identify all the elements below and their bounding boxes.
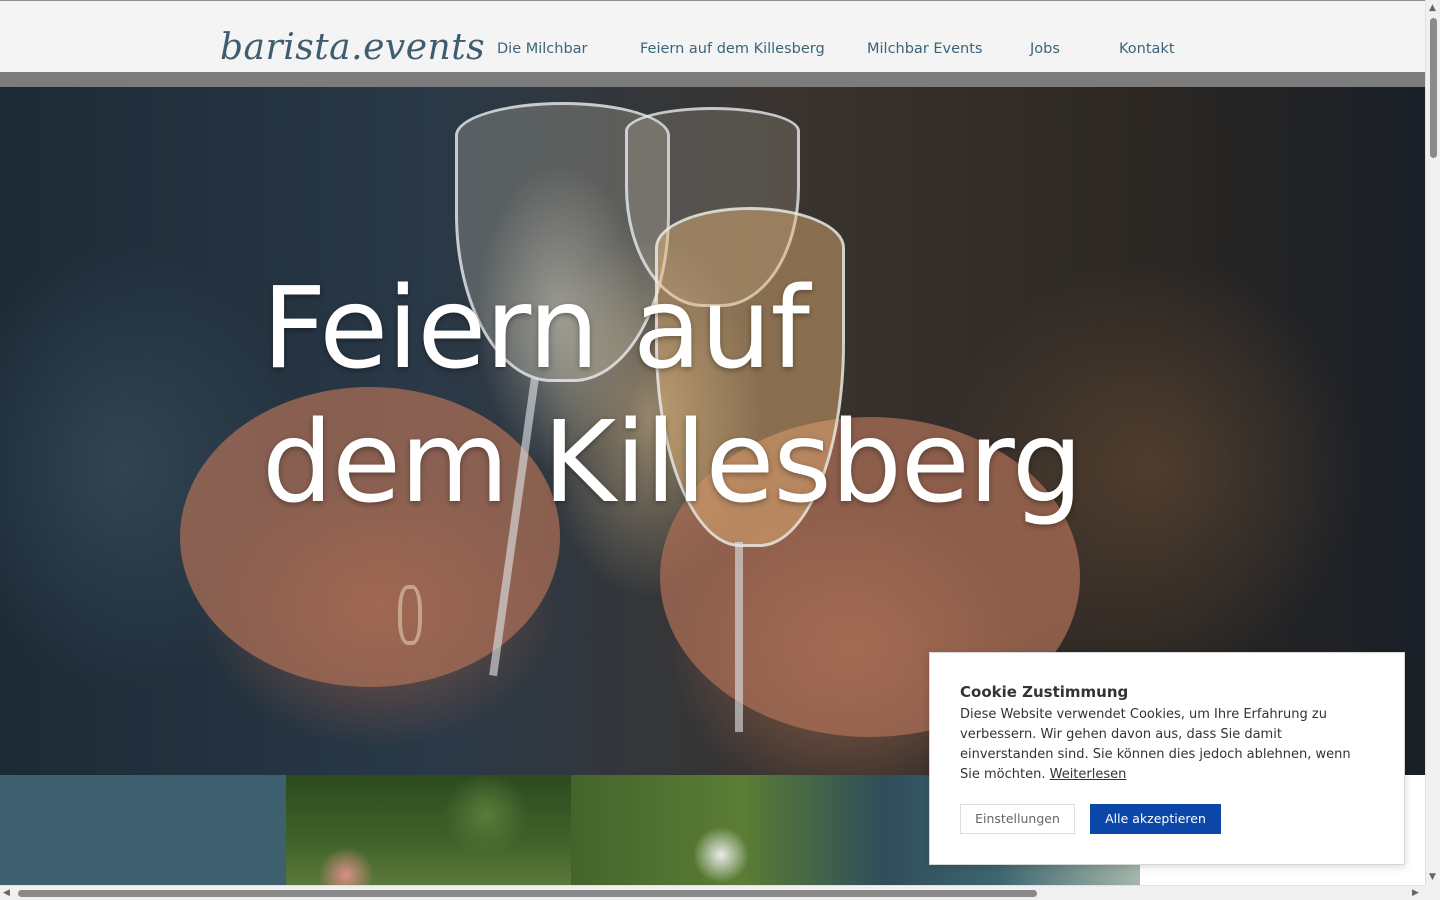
scroll-down-icon[interactable]: ▼ — [1429, 872, 1436, 882]
scroll-up-icon[interactable]: ▲ — [1429, 3, 1436, 13]
scrollbar-corner — [1425, 885, 1440, 900]
hero-glass-stem-right — [735, 542, 743, 732]
header-divider-band — [0, 72, 1425, 87]
site-header: barista.events Die Milchbar Feiern auf d… — [0, 0, 1425, 72]
hero-ring — [398, 585, 422, 645]
vertical-scrollbar[interactable]: ▲ ▼ — [1425, 0, 1440, 887]
nav-item-feiern-auf-dem-killesberg[interactable]: Feiern auf dem Killesberg — [640, 41, 825, 57]
cookie-read-more-link[interactable]: Weiterlesen — [1050, 767, 1127, 782]
nav-item-kontakt[interactable]: Kontakt — [1119, 41, 1175, 57]
cookie-text: Diese Website verwendet Cookies, um Ihre… — [960, 705, 1360, 785]
nav-item-milchbar-events[interactable]: Milchbar Events — [867, 41, 982, 57]
cookie-consent-dialog: Cookie Zustimmung Diese Website verwende… — [929, 652, 1405, 865]
teal-panel — [0, 775, 286, 887]
vertical-scrollbar-thumb[interactable] — [1430, 18, 1437, 158]
hero-title-line-2: dem Killesberg — [262, 398, 1083, 528]
cookie-body-text: Diese Website verwendet Cookies, um Ihre… — [960, 707, 1351, 782]
scroll-right-icon[interactable]: ▶ — [1412, 888, 1419, 898]
hero-title-line-1: Feiern auf — [262, 264, 810, 394]
cookie-accept-all-button[interactable]: Alle akzeptieren — [1090, 804, 1221, 834]
horizontal-scrollbar[interactable]: ◀ ▶ — [0, 885, 1425, 900]
page: barista.events Die Milchbar Feiern auf d… — [0, 0, 1440, 900]
gallery-image-flamingos[interactable] — [286, 775, 571, 887]
scroll-left-icon[interactable]: ◀ — [3, 888, 10, 898]
nav-item-die-milchbar[interactable]: Die Milchbar — [497, 41, 588, 57]
cookie-settings-button[interactable]: Einstellungen — [960, 804, 1075, 834]
cookie-title: Cookie Zustimmung — [960, 683, 1129, 701]
horizontal-scrollbar-thumb[interactable] — [18, 890, 1037, 897]
nav-item-jobs[interactable]: Jobs — [1030, 41, 1060, 57]
main-nav: Die Milchbar Feiern auf dem Killesberg M… — [0, 41, 1425, 63]
hero-title: Feiern auf dem Killesberg — [262, 262, 1162, 530]
